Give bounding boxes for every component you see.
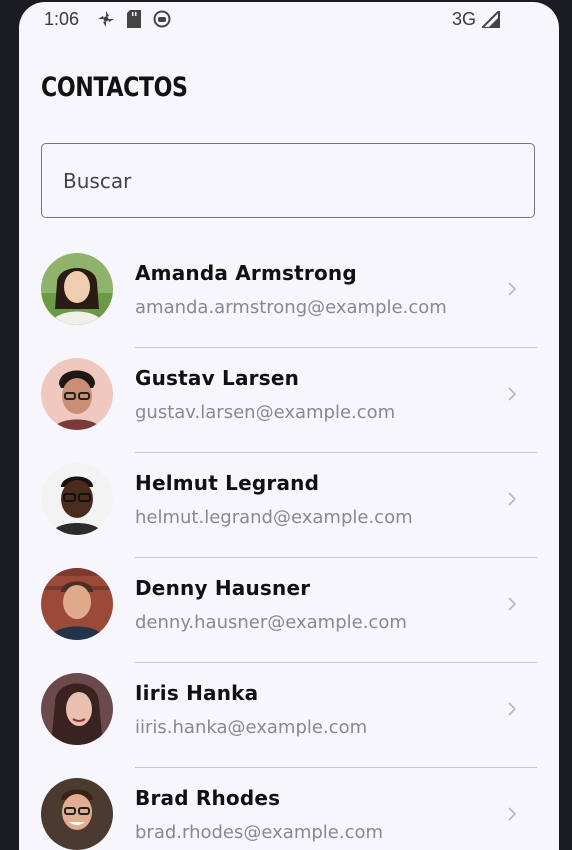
contact-name: Denny Hausner <box>135 576 311 600</box>
contact-row[interactable]: Brad Rhodes brad.rhodes@example.com <box>19 744 559 850</box>
sd-card-icon <box>127 10 141 28</box>
search-input[interactable] <box>41 143 535 218</box>
chevron-right-icon <box>507 701 517 721</box>
contact-row[interactable]: Denny Hausner denny.hausner@example.com <box>19 534 559 663</box>
contact-row[interactable]: Helmut Legrand helmut.legrand@example.co… <box>19 429 559 558</box>
contact-email: brad.rhodes@example.com <box>135 822 384 843</box>
contact-row[interactable]: Amanda Armstrong amanda.armstrong@exampl… <box>19 219 559 348</box>
avatar <box>41 673 113 745</box>
contact-name: Gustav Larsen <box>135 366 300 390</box>
contact-name: Iiris Hanka <box>135 681 259 705</box>
contact-email: amanda.armstrong@example.com <box>135 297 447 318</box>
status-bar: 1:06 3G <box>19 2 559 36</box>
contact-name: Brad Rhodes <box>135 786 281 810</box>
chevron-right-icon <box>507 491 517 511</box>
avatar <box>41 463 113 535</box>
phone-screen: 1:06 3G CONTACTOS Buscar Amanda Armstron… <box>19 2 559 850</box>
signal-icon <box>479 8 500 32</box>
chevron-right-icon <box>507 386 517 406</box>
page-title: CONTACTOS <box>41 72 188 103</box>
chevron-right-icon <box>507 281 517 301</box>
status-time: 1:06 <box>44 9 80 29</box>
avatar <box>41 358 113 430</box>
avatar <box>41 778 113 850</box>
network-type: 3G <box>452 9 477 29</box>
avatar <box>41 568 113 640</box>
contact-email: gustav.larsen@example.com <box>135 402 396 423</box>
contact-row[interactable]: Iiris Hanka iiris.hanka@example.com <box>19 639 559 768</box>
contact-row[interactable]: Gustav Larsen gustav.larsen@example.com <box>19 324 559 453</box>
status-icons <box>97 10 171 28</box>
contact-email: iiris.hanka@example.com <box>135 717 368 738</box>
avatar <box>41 253 113 325</box>
contact-list: Amanda Armstrong amanda.armstrong@exampl… <box>19 219 559 850</box>
contact-name: Amanda Armstrong <box>135 261 357 285</box>
fan-icon <box>97 10 115 28</box>
contact-email: denny.hausner@example.com <box>135 612 407 633</box>
chevron-right-icon <box>507 596 517 616</box>
robot-icon <box>153 10 171 28</box>
contact-name: Helmut Legrand <box>135 471 320 495</box>
chevron-right-icon <box>507 806 517 826</box>
contact-email: helmut.legrand@example.com <box>135 507 413 528</box>
